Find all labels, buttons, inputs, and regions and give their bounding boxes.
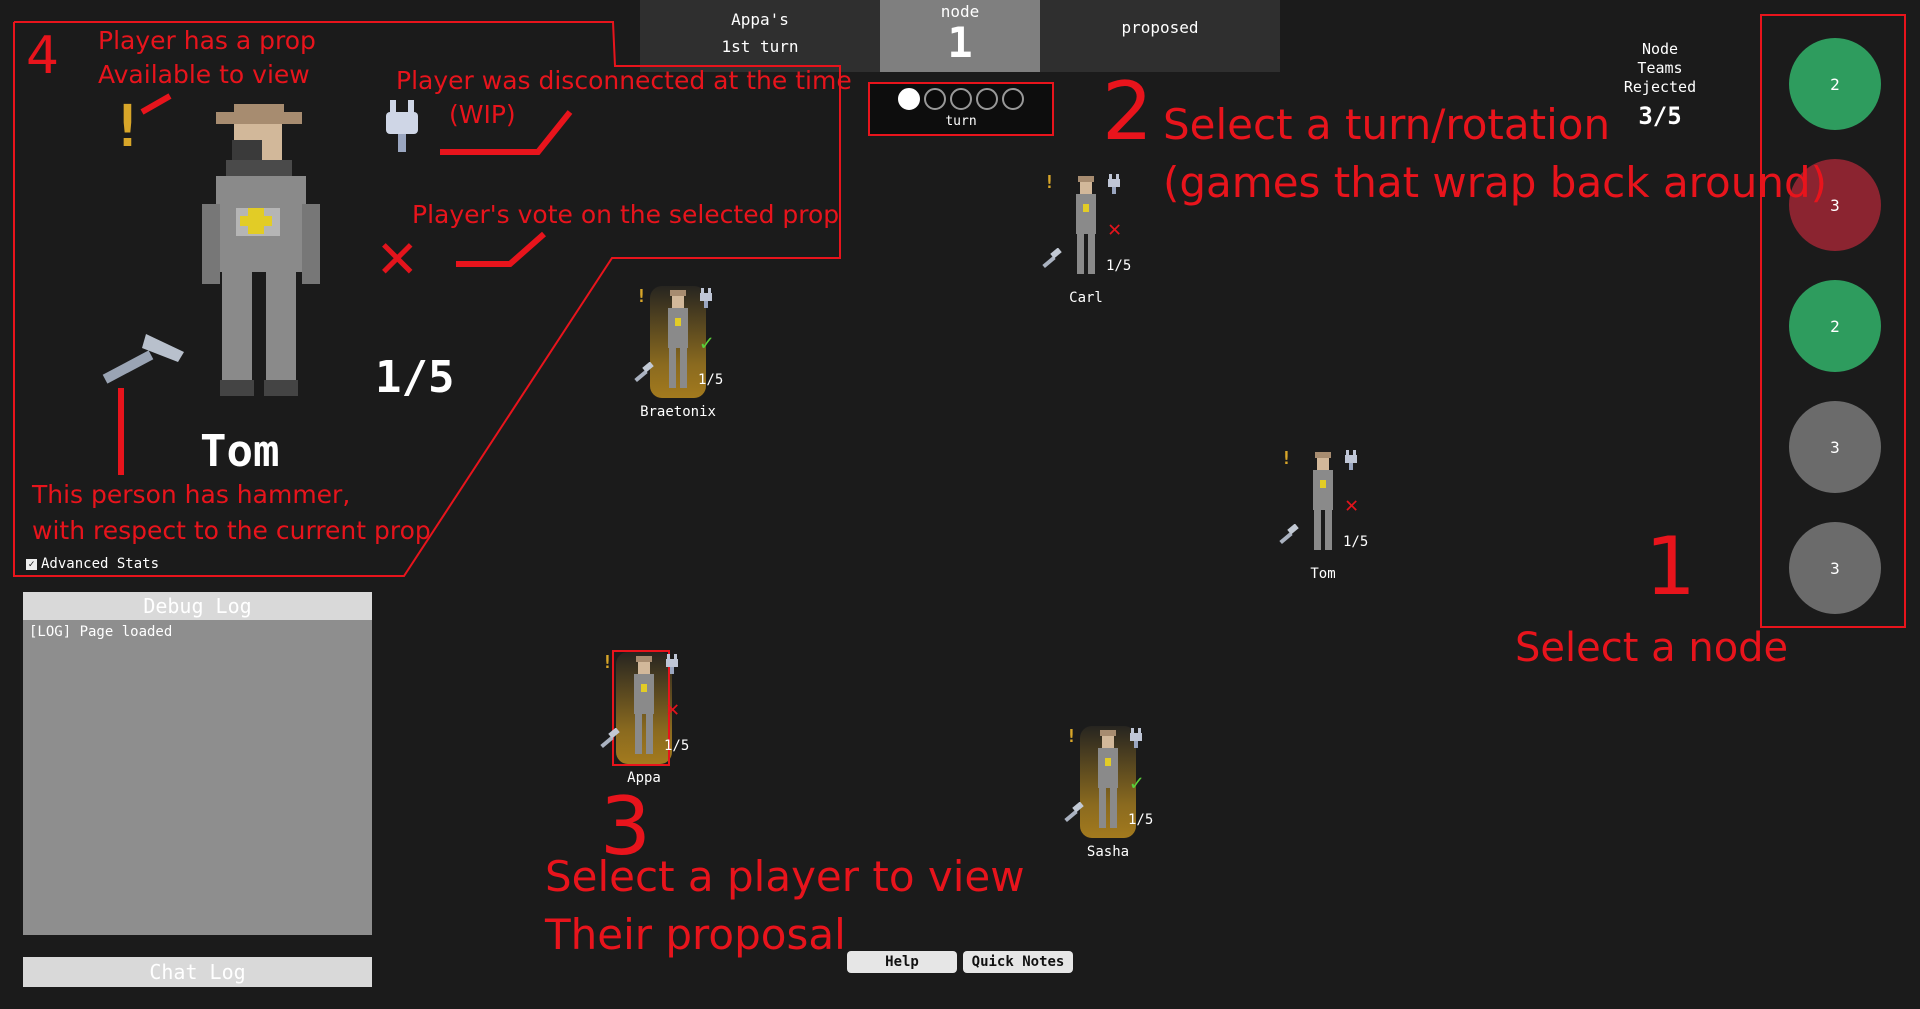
player-name: Sasha (1086, 844, 1130, 860)
player-count: 1/5 (664, 738, 690, 754)
player-braetonix[interactable]: ! ✓ 1/5 Braetonix (634, 286, 746, 436)
vote-approve-icon: ✓ (700, 331, 714, 356)
detail-vote-reject-icon: ✕ (378, 219, 417, 293)
detail-player-count: 1/5 (375, 352, 455, 403)
annotation-2-number: 2 (1102, 65, 1153, 158)
status-cell: proposed (1040, 0, 1280, 72)
player-name: Braetonix (640, 404, 716, 420)
player-name: Appa (627, 770, 661, 786)
player-appa[interactable]: ! ✕ 1/5 Appa (600, 650, 712, 802)
character-sprite (634, 656, 654, 754)
detail-player-name: Tom (200, 426, 280, 477)
character-sprite (668, 290, 688, 388)
annotation-2-text-2: (games that wrap back around) (1163, 158, 1828, 207)
hammer-icon (600, 728, 620, 749)
node-4[interactable]: 3 (1789, 401, 1881, 493)
node-number: 1 (947, 18, 973, 67)
node-1-value: 2 (1830, 74, 1840, 94)
annotation-hammer-1: This person has hammer, (32, 480, 351, 509)
advanced-stats-checkbox[interactable]: ✓ (26, 558, 37, 570)
annotation-1-number: 1 (1645, 520, 1696, 613)
plug-icon (1108, 174, 1120, 194)
node-1[interactable]: 2 (1789, 38, 1881, 130)
turn-dot-4[interactable] (976, 88, 998, 110)
annotation-1-text: Select a node (1515, 625, 1789, 671)
plug-icon (1130, 728, 1142, 748)
turn-dot-5[interactable] (1002, 88, 1024, 110)
annotation-2-text-1: Select a turn/rotation (1163, 100, 1611, 149)
character-sprite (1098, 730, 1118, 828)
prop-indicator-icon: ! (602, 652, 613, 673)
vote-approve-icon: ✓ (1130, 771, 1144, 796)
player-sasha[interactable]: ! ✓ 1/5 Sasha (1064, 726, 1176, 876)
turn-selector: turn (868, 82, 1054, 136)
teams-rejected-label-3: Rejected (1623, 78, 1697, 96)
teams-rejected: Node Teams Rejected 3/5 (1600, 40, 1720, 130)
player-count: 1/5 (1128, 812, 1154, 828)
character-sprite (1076, 176, 1096, 274)
help-button[interactable]: Help (847, 951, 957, 973)
debug-log-panel: Debug Log [LOG] Page loaded (23, 592, 372, 935)
hammer-icon (102, 334, 184, 384)
prop-available-icon: ! (110, 92, 145, 160)
prop-indicator-icon: ! (636, 286, 647, 307)
teams-rejected-label-1: Node (1641, 40, 1679, 58)
turn-dots (870, 88, 1052, 114)
hammer-icon (1042, 248, 1062, 269)
detail-character-sprite (202, 104, 320, 396)
advanced-stats-label: Advanced Stats (41, 556, 160, 572)
annotation-hammer-2: with respect to the current prop (32, 516, 431, 545)
annotation-3-text-1: Select a player to view (545, 852, 1025, 901)
plug-icon (1345, 450, 1357, 470)
hammer-icon (634, 362, 654, 383)
player-tom[interactable]: ! ✕ 1/5 Tom (1279, 448, 1391, 598)
player-name: Tom (1310, 566, 1336, 582)
annotation-3-text-2: Their proposal (545, 910, 846, 959)
prop-indicator-icon: ! (1281, 448, 1292, 469)
disconnected-plug-icon (386, 100, 418, 152)
vote-reject-icon: ✕ (666, 697, 680, 722)
character-sprite (1313, 452, 1333, 550)
chat-log-header[interactable]: Chat Log (23, 957, 372, 987)
debug-log-body[interactable]: [LOG] Page loaded (23, 620, 372, 935)
quick-notes-button[interactable]: Quick Notes (963, 951, 1073, 973)
node-2-value: 3 (1830, 195, 1840, 215)
node-5-value: 3 (1830, 558, 1840, 578)
plug-icon (700, 288, 712, 308)
teams-rejected-label-2: Teams (1637, 59, 1683, 77)
vote-reject-icon: ✕ (1345, 493, 1359, 518)
vote-reject-icon: ✕ (1108, 217, 1122, 242)
turn-label: turn (945, 114, 977, 129)
node-5[interactable]: 3 (1789, 522, 1881, 614)
player-carl[interactable]: ! ✕ 1/5 Carl (1042, 172, 1154, 322)
player-count: 1/5 (1343, 534, 1369, 550)
player-count: 1/5 (698, 372, 724, 388)
prop-indicator-icon: ! (1044, 172, 1055, 193)
hammer-icon (1279, 524, 1299, 545)
node-3-value: 2 (1830, 316, 1840, 336)
advanced-stats-toggle[interactable]: ✓ Advanced Stats (26, 556, 159, 572)
hammer-icon (1064, 802, 1084, 823)
turn-dot-2[interactable] (924, 88, 946, 110)
prop-indicator-icon: ! (1066, 726, 1077, 747)
teams-rejected-value: 3/5 (1638, 102, 1682, 130)
plug-icon (666, 654, 678, 674)
debug-log-entry: [LOG] Page loaded (29, 624, 173, 640)
debug-log-title: Debug Log (23, 592, 372, 620)
player-name: Carl (1069, 290, 1103, 306)
node-4-value: 3 (1830, 437, 1840, 457)
status-text: proposed (1121, 18, 1199, 37)
node-cell: node 1 (880, 0, 1040, 72)
turn-dot-1[interactable] (898, 88, 920, 110)
player-count: 1/5 (1106, 258, 1132, 274)
node-3[interactable]: 2 (1789, 280, 1881, 372)
turn-dot-3[interactable] (950, 88, 972, 110)
